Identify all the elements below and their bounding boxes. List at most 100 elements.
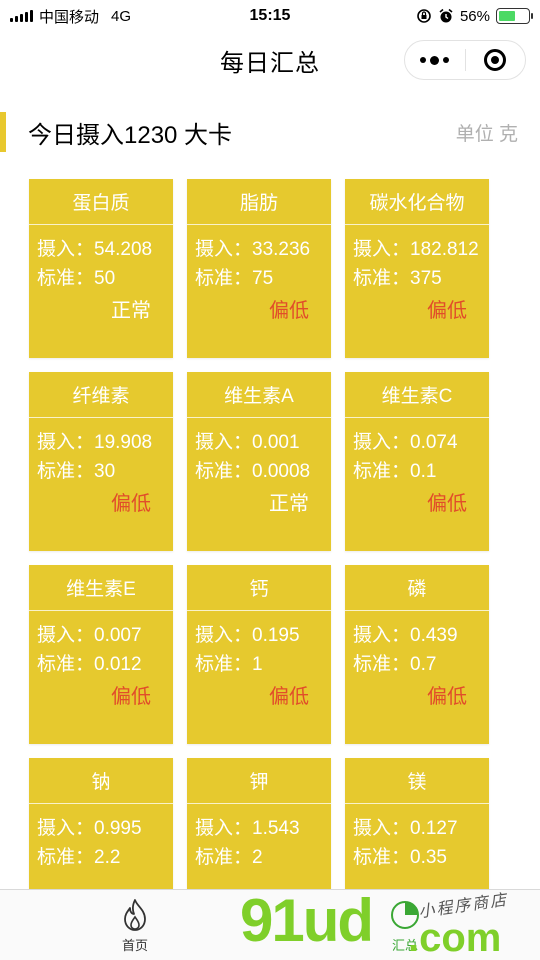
- standard-label: 标准：: [37, 268, 95, 289]
- nutrient-name: 磷: [345, 565, 489, 611]
- nutrient-name: 碳水化合物: [345, 179, 489, 225]
- nutrient-values: 摄入：0.195 标准：1 偏低: [187, 611, 331, 712]
- nutrient-name: 纤维素: [29, 372, 173, 418]
- standard-value: 50: [94, 268, 116, 289]
- intake-value: 0.074: [410, 432, 458, 453]
- intake-row: 摄入：33.236: [195, 235, 331, 264]
- nutrient-name: 脂肪: [187, 179, 331, 225]
- nutrient-card: 维生素E 摄入：0.007 标准：0.012 偏低: [29, 565, 173, 744]
- nutrient-grid: 蛋白质 摄入：54.208 标准：50 正常 脂肪 摄入：33.236 标准：75 偏低 碳水化…: [29, 179, 490, 937]
- intake-row: 摄入：182.812: [353, 235, 489, 264]
- standard-row: 标准：375: [353, 264, 489, 293]
- intake-label: 摄入：: [353, 239, 411, 260]
- close-mini-program-button[interactable]: [466, 41, 526, 79]
- accent-bar: [0, 112, 6, 152]
- nutrient-name: 蛋白质: [29, 179, 173, 225]
- nutrient-card: 磷摄入：0.439 标准：0.7 偏低: [345, 565, 489, 744]
- intake-value: 0.127: [410, 818, 458, 839]
- nutrient-card: 维生素A 摄入：0.001 标准：0.0008 正常: [187, 372, 331, 551]
- intake-label: 摄入：: [37, 818, 95, 839]
- standard-row: 标准：75: [195, 264, 331, 293]
- orientation-lock-icon: [417, 9, 431, 23]
- intake-value: 19.908: [94, 432, 153, 453]
- standard-row: 标准：2.2: [37, 843, 173, 872]
- intake-row: 摄入：0.001: [195, 428, 331, 457]
- standard-value: 0.0008: [252, 461, 311, 482]
- standard-row: 标准：30: [37, 457, 173, 486]
- intake-value: 0.001: [252, 432, 300, 453]
- signal-icon: [10, 10, 33, 22]
- standard-value: 0.35: [410, 847, 447, 868]
- more-button[interactable]: [405, 41, 465, 79]
- nutrient-values: 摄入：54.208 标准：50 正常: [29, 225, 173, 326]
- tab-summary[interactable]: 汇总: [270, 890, 540, 960]
- nutrient-name: 维生素A: [187, 372, 331, 418]
- network-type: 4G: [111, 7, 132, 25]
- more-dot-icon: [430, 55, 440, 65]
- standard-row: 标准：0.35: [353, 843, 489, 872]
- standard-label: 标准：: [37, 654, 95, 675]
- intake-label: 摄入：: [37, 432, 95, 453]
- standard-label: 标准：: [37, 847, 95, 868]
- status-bar: 中国移动 4G 15:15 56%: [0, 0, 540, 32]
- intake-label: 摄入：: [353, 818, 411, 839]
- intake-label: 摄入：: [195, 432, 253, 453]
- nutrient-values: 摄入：0.074 标准：0.1 偏低: [345, 418, 489, 519]
- standard-row: 标准：1: [195, 650, 331, 679]
- intake-label: 摄入：: [353, 432, 411, 453]
- standard-label: 标准：: [37, 461, 95, 482]
- intake-label: 摄入：: [195, 818, 253, 839]
- standard-value: 0.1: [410, 461, 437, 482]
- intake-row: 摄入：54.208: [37, 235, 173, 264]
- intake-value: 0.007: [94, 625, 142, 646]
- intake-row: 摄入：0.995: [37, 814, 173, 843]
- more-dot-icon: [420, 57, 427, 63]
- intake-row: 摄入：0.007: [37, 621, 173, 650]
- intake-value: 182.812: [410, 239, 479, 260]
- daily-intake-title: 今日摄入1230 大卡: [28, 121, 233, 149]
- nutrient-values: 摄入：0.001 标准：0.0008 正常: [187, 418, 331, 519]
- intake-row: 摄入：0.439: [353, 621, 489, 650]
- standard-value: 2: [252, 847, 263, 868]
- carrier-name: 中国移动: [39, 8, 100, 26]
- summary-icon: [391, 900, 419, 929]
- tab-summary-label: 汇总: [391, 937, 418, 953]
- intake-value: 0.439: [410, 625, 458, 646]
- intake-value: 1.543: [252, 818, 300, 839]
- intake-value: 0.195: [252, 625, 300, 646]
- tab-home[interactable]: 首页: [0, 890, 270, 960]
- status-badge: 偏低: [269, 300, 309, 322]
- nutrient-name: 钠: [29, 758, 173, 804]
- standard-label: 标准：: [195, 268, 253, 289]
- intake-label: 摄入：: [37, 239, 95, 260]
- standard-row: 标准：0.7: [353, 650, 489, 679]
- nutrient-name: 维生素C: [345, 372, 489, 418]
- intake-label: 摄入：: [195, 625, 253, 646]
- intake-value: 33.236: [252, 239, 311, 260]
- mini-program-capsule: [404, 40, 526, 80]
- nutrient-card: 碳水化合物 摄入：182.812 标准：375 偏低: [345, 179, 489, 358]
- intake-row: 摄入：0.195: [195, 621, 331, 650]
- standard-value: 0.7: [410, 654, 437, 675]
- alarm-icon: [439, 8, 453, 23]
- standard-value: 75: [252, 268, 274, 289]
- intake-row: 摄入：0.074: [353, 428, 489, 457]
- standard-row: 标准：50: [37, 264, 173, 293]
- battery-percent: 56%: [459, 7, 490, 25]
- standard-row: 标准：2: [195, 843, 331, 872]
- status-badge: 偏低: [427, 493, 467, 515]
- intake-row: 摄入：1.543: [195, 814, 331, 843]
- status-badge: 正常: [269, 493, 309, 515]
- standard-label: 标准：: [195, 461, 253, 482]
- intake-row: 摄入：19.908: [37, 428, 173, 457]
- nutrient-name: 维生素E: [29, 565, 173, 611]
- intake-label: 摄入：: [37, 625, 95, 646]
- standard-row: 标准：0.012: [37, 650, 173, 679]
- nutrient-values: 摄入：19.908 标准：30 偏低: [29, 418, 173, 519]
- unit-label: 单位 克: [455, 123, 518, 145]
- standard-row: 标准：0.0008: [195, 457, 331, 486]
- standard-label: 标准：: [353, 847, 411, 868]
- nav-bar: 每日汇总: [0, 32, 540, 88]
- intake-value: 0.995: [94, 818, 142, 839]
- intake-header: 今日摄入1230 大卡 单位 克: [0, 112, 540, 152]
